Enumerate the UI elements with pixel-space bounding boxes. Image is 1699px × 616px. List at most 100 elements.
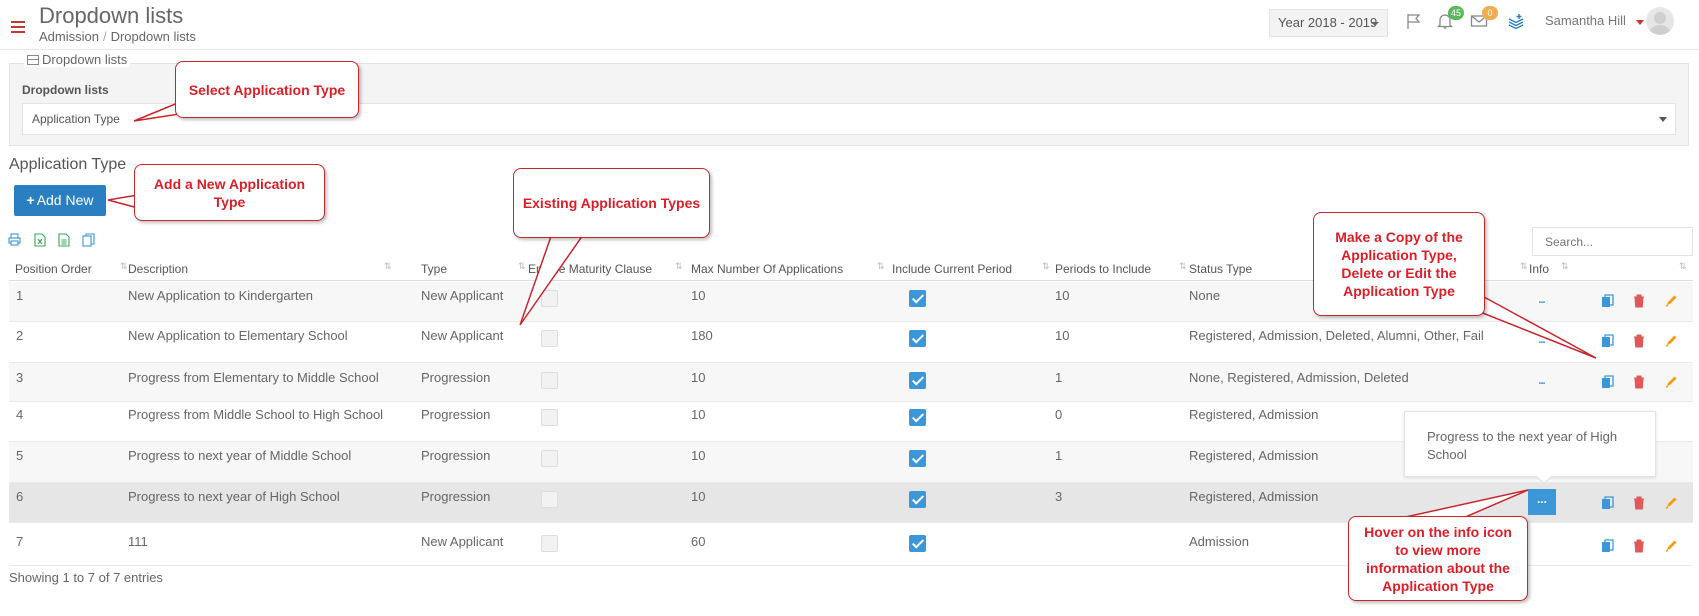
cell-description: Progress from Elementary to Middle Schoo… [128, 370, 379, 385]
bell-icon[interactable]: 45 [1436, 6, 1464, 32]
edit-icon[interactable] [1665, 375, 1678, 389]
column-header-include-current-period[interactable]: Include Current Period ⇅ [892, 257, 1050, 281]
cell-max-applications: 10 [691, 288, 706, 303]
breadcrumb-admission[interactable]: Admission [39, 29, 99, 44]
delete-icon[interactable] [1633, 294, 1646, 308]
cell-status: Registered, Admission [1189, 407, 1319, 422]
info-icon[interactable]: ... [1535, 295, 1548, 309]
cell-type: New Applicant [421, 534, 504, 549]
table-row: 3 Progress from Elementary to Middle Sch… [9, 363, 1693, 402]
sort-icon: ⇅ [675, 261, 683, 271]
cell-description: New Application to Elementary School [128, 328, 348, 343]
table-row: 2 New Application to Elementary School N… [9, 322, 1693, 363]
edit-icon[interactable] [1665, 294, 1678, 308]
layers-add-icon[interactable] [1507, 12, 1527, 32]
envelope-icon[interactable]: 0 [1470, 6, 1498, 32]
add-new-label: Add New [36, 192, 94, 208]
delete-icon[interactable] [1633, 375, 1646, 389]
copy-icon[interactable] [1601, 496, 1614, 510]
column-header-info[interactable]: Info ⇅ [1529, 257, 1569, 281]
flag-icon[interactable] [1405, 12, 1425, 32]
dropdown-lists-label: Dropdown lists [22, 83, 109, 97]
search-input[interactable] [1532, 227, 1693, 256]
edit-icon[interactable] [1665, 539, 1678, 553]
sort-icon: ⇅ [877, 261, 885, 271]
copy-icon[interactable] [1601, 539, 1614, 553]
chevron-down-icon [1371, 22, 1379, 26]
callout-existing-types: Existing Application Types [513, 168, 710, 238]
sort-icon: ⇅ [384, 261, 392, 271]
cell-type: Progression [421, 407, 491, 422]
info-icon[interactable]: ... [1535, 335, 1548, 349]
chevron-down-icon[interactable] [1636, 20, 1644, 25]
cell-max-applications: 180 [691, 328, 713, 343]
year-select[interactable]: Year 2018 - 2019 [1269, 9, 1388, 37]
edit-icon[interactable] [1665, 496, 1678, 510]
user-name[interactable]: Samantha Hill [1545, 13, 1626, 28]
cell-periods: 1 [1055, 448, 1063, 463]
dropdown-list-select-value: Application Type [32, 112, 120, 126]
cell-periods: 10 [1055, 328, 1070, 343]
cell-position: 1 [16, 288, 24, 303]
info-icon[interactable]: ... [1535, 376, 1548, 390]
notifications-badge: 45 [1447, 6, 1464, 20]
cell-status: Registered, Admission [1189, 448, 1319, 463]
top-bar: Dropdown lists Admission / Dropdown lists … [0, 0, 1699, 50]
delete-icon[interactable] [1633, 334, 1646, 348]
maturity-checkbox [541, 290, 558, 307]
copy-icon[interactable] [82, 233, 95, 247]
sort-icon: ⇅ [1561, 261, 1569, 271]
cell-type: Progression [421, 489, 491, 504]
include-current-checkbox [909, 491, 926, 508]
copy-icon[interactable] [1601, 294, 1614, 308]
copy-icon[interactable] [1601, 334, 1614, 348]
maturity-checkbox [541, 372, 558, 389]
sort-icon: ⇅ [1679, 261, 1687, 271]
copy-icon[interactable] [1601, 375, 1614, 389]
maturity-checkbox [541, 330, 558, 347]
cell-position: 4 [16, 407, 24, 422]
edit-icon[interactable] [1665, 334, 1678, 348]
cell-position: 6 [16, 489, 24, 504]
excel-icon[interactable] [34, 233, 46, 247]
print-icon[interactable] [8, 233, 21, 247]
delete-icon[interactable] [1633, 539, 1646, 553]
sort-icon: ⇅ [1179, 261, 1187, 271]
callout-select-type: Select Application Type [175, 61, 359, 118]
avatar[interactable] [1646, 7, 1674, 35]
include-current-checkbox [909, 290, 926, 307]
cell-description: Progress to next year of High School [128, 489, 340, 504]
plus-icon: + [26, 192, 35, 208]
add-new-button[interactable]: + Add New [14, 185, 106, 216]
cell-position: 7 [16, 534, 24, 549]
column-header-maturity[interactable]: Enable Maturity Clause ⇅ [528, 257, 683, 281]
include-current-checkbox [909, 330, 926, 347]
cell-max-applications: 10 [691, 407, 706, 422]
cell-position: 5 [16, 448, 24, 463]
column-header-type[interactable]: Type ⇅ [421, 257, 526, 281]
csv-icon[interactable] [58, 233, 70, 247]
menu-icon[interactable] [11, 21, 25, 33]
cell-max-applications: 60 [691, 534, 706, 549]
sort-icon: ⇅ [1520, 261, 1528, 271]
maturity-checkbox [541, 450, 558, 467]
cell-periods: 1 [1055, 370, 1063, 385]
column-header-position-order[interactable]: Position Order ⇅ [15, 257, 128, 281]
cell-periods: 0 [1055, 407, 1063, 422]
cell-type: New Applicant [421, 288, 504, 303]
info-button[interactable]: ... [1528, 489, 1556, 515]
page-title: Dropdown lists [39, 3, 184, 28]
column-header-max-applications[interactable]: Max Number Of Applications ⇅ [691, 257, 885, 281]
cell-type: Progression [421, 448, 491, 463]
section-title: Application Type [9, 156, 127, 173]
chevron-down-icon [1659, 117, 1667, 122]
column-header-description[interactable]: Description ⇅ [128, 257, 392, 281]
cell-status: Registered, Admission, Deleted, Alumni, … [1189, 328, 1484, 343]
sort-icon: ⇅ [518, 261, 526, 271]
column-header-periods-to-include[interactable]: Periods to Include ⇅ [1055, 257, 1187, 281]
column-header-status-type[interactable]: Status Type ⇅ [1189, 257, 1528, 281]
year-select-value: Year 2018 - 2019 [1278, 15, 1378, 30]
delete-icon[interactable] [1633, 496, 1646, 510]
cell-type: Progression [421, 370, 491, 385]
include-current-checkbox [909, 409, 926, 426]
